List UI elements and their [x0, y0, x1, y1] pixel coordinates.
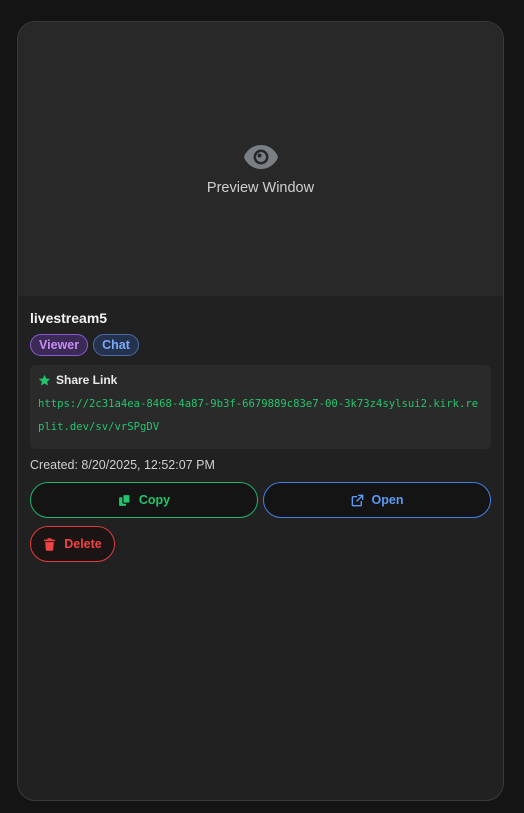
- badge-list: Viewer Chat: [30, 334, 491, 356]
- share-link-title: Share Link: [56, 373, 118, 387]
- copy-button[interactable]: Copy: [30, 482, 258, 518]
- viewer-badge: Viewer: [30, 334, 89, 356]
- share-link-box: Share Link https://2c31a4ea-8468-4a87-9b…: [30, 365, 491, 449]
- trash-icon: [44, 537, 56, 551]
- open-label: Open: [371, 493, 404, 507]
- share-link-url[interactable]: https://2c31a4ea-8468-4a87-9b3f-6679889c…: [38, 393, 483, 439]
- stream-card: Preview Window livestream5 Viewer Chat S…: [17, 21, 504, 801]
- delete-label: Delete: [64, 537, 102, 551]
- copy-label: Copy: [138, 493, 171, 507]
- chat-badge: Chat: [93, 334, 139, 356]
- open-button[interactable]: Open: [263, 482, 491, 518]
- preview-label: Preview Window: [206, 180, 315, 196]
- share-link-header: Share Link: [38, 373, 483, 387]
- copy-icon: [118, 493, 131, 506]
- star-icon: [38, 374, 51, 386]
- external-link-icon: [351, 494, 363, 506]
- created-timestamp: Created: 8/20/2025, 12:52:07 PM: [30, 458, 215, 472]
- primary-actions: Copy Open: [30, 482, 491, 518]
- eye-icon: [243, 145, 278, 169]
- stream-title: livestream5: [30, 310, 108, 326]
- delete-button[interactable]: Delete: [30, 526, 115, 562]
- preview-window: Preview Window: [18, 22, 503, 296]
